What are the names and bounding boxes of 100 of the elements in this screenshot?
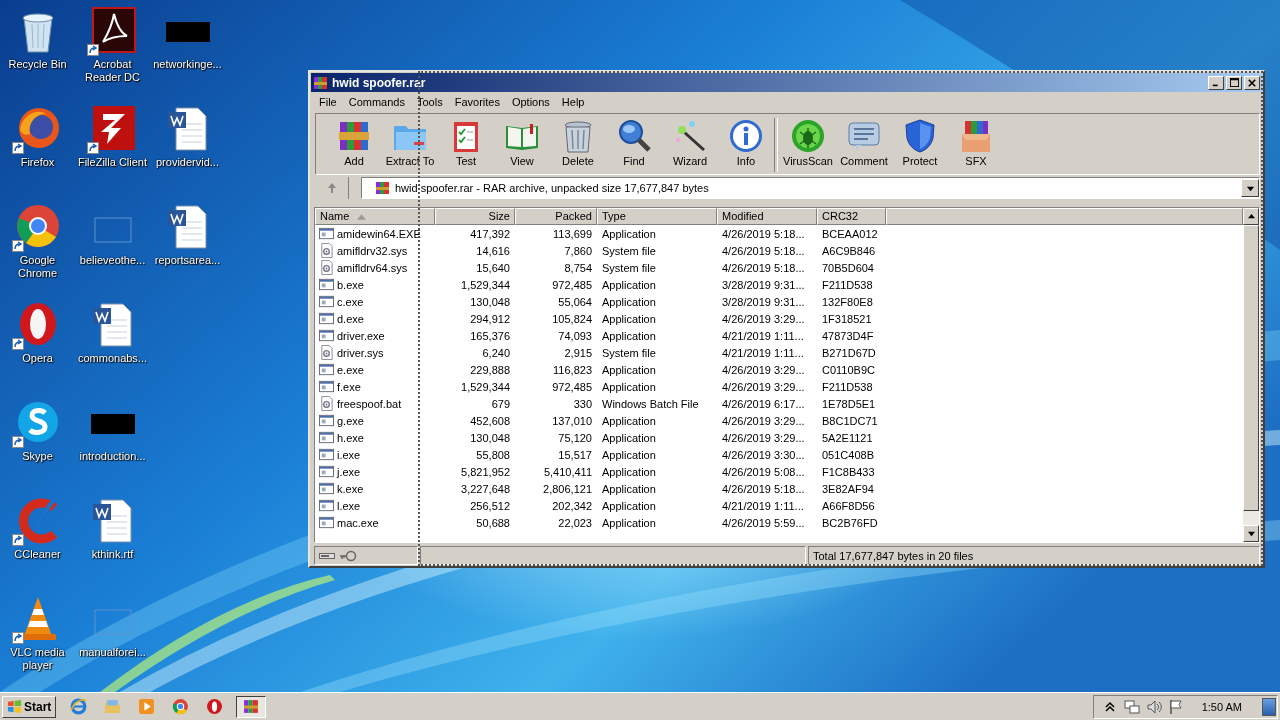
file-name-cell[interactable]: c.exe bbox=[315, 293, 435, 310]
icon-label[interactable]: CCleaner bbox=[14, 548, 61, 561]
address-field[interactable]: hwid spoofer.rar - RAR archive, unpacked size 17,677,847 bytes bbox=[361, 177, 1260, 199]
column-header[interactable]: Packed bbox=[515, 208, 597, 225]
icon-label[interactable]: commonabs... bbox=[77, 352, 148, 365]
menu-item[interactable]: Commands bbox=[342, 95, 411, 108]
file-name-cell[interactable]: e.exe bbox=[315, 361, 435, 378]
file-name-cell[interactable]: amifldrv64.sys bbox=[315, 259, 435, 276]
column-header[interactable]: Type bbox=[597, 208, 717, 225]
flag-icon[interactable] bbox=[1167, 698, 1184, 715]
icon-label[interactable]: Opera bbox=[22, 352, 53, 365]
table-cell-text: 972,485 bbox=[551, 379, 593, 395]
icon-label[interactable]: networkinge... bbox=[153, 58, 222, 71]
table-cell-text: 55,064 bbox=[557, 294, 593, 310]
table-cell-text: 5,821,952 bbox=[460, 464, 511, 480]
file-name-cell[interactable]: freespoof.bat bbox=[315, 395, 435, 412]
icon-label[interactable]: introduction... bbox=[79, 450, 146, 463]
icon-label[interactable]: Firefox bbox=[20, 156, 55, 169]
show-desktop-button[interactable] bbox=[1262, 697, 1276, 716]
start-button[interactable]: Start bbox=[2, 695, 57, 718]
column-header[interactable]: Size bbox=[435, 208, 515, 225]
column-header[interactable]: Modified bbox=[717, 208, 817, 225]
icon-label[interactable]: Recycle Bin bbox=[8, 58, 67, 71]
icon-label[interactable]: providervid... bbox=[156, 156, 219, 169]
toolbar-button[interactable]: Delete bbox=[550, 118, 606, 167]
column-header[interactable]: Name bbox=[315, 208, 435, 225]
toolbar-button[interactable]: Wizard bbox=[662, 118, 718, 167]
toolbar-button[interactable]: View bbox=[494, 118, 550, 167]
file-name-cell[interactable]: l.exe bbox=[315, 497, 435, 514]
maximize-button[interactable] bbox=[1226, 75, 1242, 90]
toolbar-button[interactable]: Comment bbox=[836, 118, 892, 167]
icon-label[interactable]: Acrobat Reader DC bbox=[75, 58, 150, 84]
table-cell-text: Application bbox=[601, 413, 657, 429]
table-cell-text: 4/26/2019 3:29... bbox=[721, 379, 806, 395]
icon-label[interactable]: manualforei... bbox=[79, 646, 146, 659]
toolbar-button[interactable]: Find bbox=[606, 118, 662, 167]
application-file-icon bbox=[319, 379, 334, 394]
toolbar-button[interactable]: Info bbox=[718, 118, 774, 167]
icon-label[interactable]: believeothe... bbox=[79, 254, 146, 267]
close-button[interactable] bbox=[1244, 75, 1260, 90]
application-file-icon bbox=[319, 481, 334, 496]
file-name-cell[interactable]: driver.exe bbox=[315, 327, 435, 344]
icon-label[interactable]: FileZilla Client bbox=[77, 156, 148, 169]
file-name-cell[interactable]: g.exe bbox=[315, 412, 435, 429]
network-icon[interactable] bbox=[1123, 698, 1140, 715]
menu-item[interactable]: File bbox=[313, 95, 343, 108]
toolbar-button[interactable]: Protect bbox=[892, 118, 948, 167]
table-cell-text: Application bbox=[601, 294, 657, 310]
file-name-cell[interactable]: h.exe bbox=[315, 429, 435, 446]
minimize-button[interactable] bbox=[1208, 75, 1224, 90]
table-cell-text: 5A2E1121 bbox=[821, 430, 874, 446]
icon-label[interactable]: kthink.rtf bbox=[91, 548, 134, 561]
table-cell-text: F211D538 bbox=[821, 379, 874, 395]
icon-label[interactable]: Google Chrome bbox=[0, 254, 75, 280]
table-cell-text: A66F8D56 bbox=[821, 498, 876, 514]
column-header[interactable]: CRC32 bbox=[817, 208, 886, 225]
table-cell-text: 294,912 bbox=[469, 311, 511, 327]
application-file-icon bbox=[319, 226, 334, 241]
file-name-cell[interactable]: k.exe bbox=[315, 480, 435, 497]
file-name-cell[interactable]: i.exe bbox=[315, 446, 435, 463]
toolbar-button[interactable]: VirusScan bbox=[780, 118, 836, 167]
table-cell-text: 4/26/2019 6:17... bbox=[721, 396, 806, 412]
file-name-cell[interactable]: f.exe bbox=[315, 378, 435, 395]
file-name-cell[interactable]: mac.exe bbox=[315, 514, 435, 531]
menu-item[interactable]: Tools bbox=[411, 95, 449, 108]
table-cell-text: System file bbox=[601, 260, 657, 276]
taskbar-button[interactable] bbox=[236, 695, 267, 718]
icon-label[interactable]: Skype bbox=[22, 450, 53, 463]
table-cell-text: Application bbox=[601, 515, 657, 531]
table-cell-text: 051C408B bbox=[821, 447, 875, 463]
file-name-cell[interactable]: driver.sys bbox=[315, 344, 435, 361]
menu-item[interactable]: Help bbox=[555, 95, 591, 108]
key-icon bbox=[339, 549, 357, 562]
toolbar-button[interactable]: Test bbox=[438, 118, 494, 167]
table-cell-text: 70B5D604 bbox=[821, 260, 875, 276]
toolbar-button[interactable]: Extract To bbox=[382, 118, 438, 167]
file-name-cell[interactable]: j.exe bbox=[315, 463, 435, 480]
table-cell-text: Application bbox=[601, 379, 657, 395]
table-cell-text: 4/21/2019 1:11... bbox=[721, 498, 805, 514]
table-cell-text: 132F80E8 bbox=[821, 294, 874, 310]
menu-item[interactable]: Favorites bbox=[448, 95, 506, 108]
media-player-icon bbox=[137, 698, 155, 715]
application-file-icon bbox=[319, 498, 334, 513]
icon-label[interactable]: reportsarea... bbox=[154, 254, 221, 267]
table-cell-text: Application bbox=[601, 277, 657, 293]
icon-label[interactable]: VLC media player bbox=[0, 646, 75, 672]
windows-flag-icon bbox=[7, 699, 22, 714]
menu-item[interactable]: Options bbox=[505, 95, 556, 108]
toolbar-button[interactable]: Add bbox=[326, 118, 382, 167]
toolbar-button[interactable]: SFX bbox=[948, 118, 1004, 167]
file-name-cell[interactable]: d.exe bbox=[315, 310, 435, 327]
volume-icon[interactable] bbox=[1145, 698, 1162, 715]
file-name-cell[interactable]: amifldrv32.sys bbox=[315, 242, 435, 259]
file-name-cell[interactable]: amidewin64.EXE bbox=[315, 225, 435, 242]
table-cell-text: 5,410,411 bbox=[542, 464, 593, 480]
file-name-cell[interactable]: b.exe bbox=[315, 276, 435, 293]
table-cell-text: 3,227,648 bbox=[460, 481, 511, 497]
table-cell-text: 417,392 bbox=[469, 226, 511, 242]
table-cell-text: 4/26/2019 3:29... bbox=[721, 413, 806, 429]
table-cell-text: Application bbox=[601, 328, 657, 344]
